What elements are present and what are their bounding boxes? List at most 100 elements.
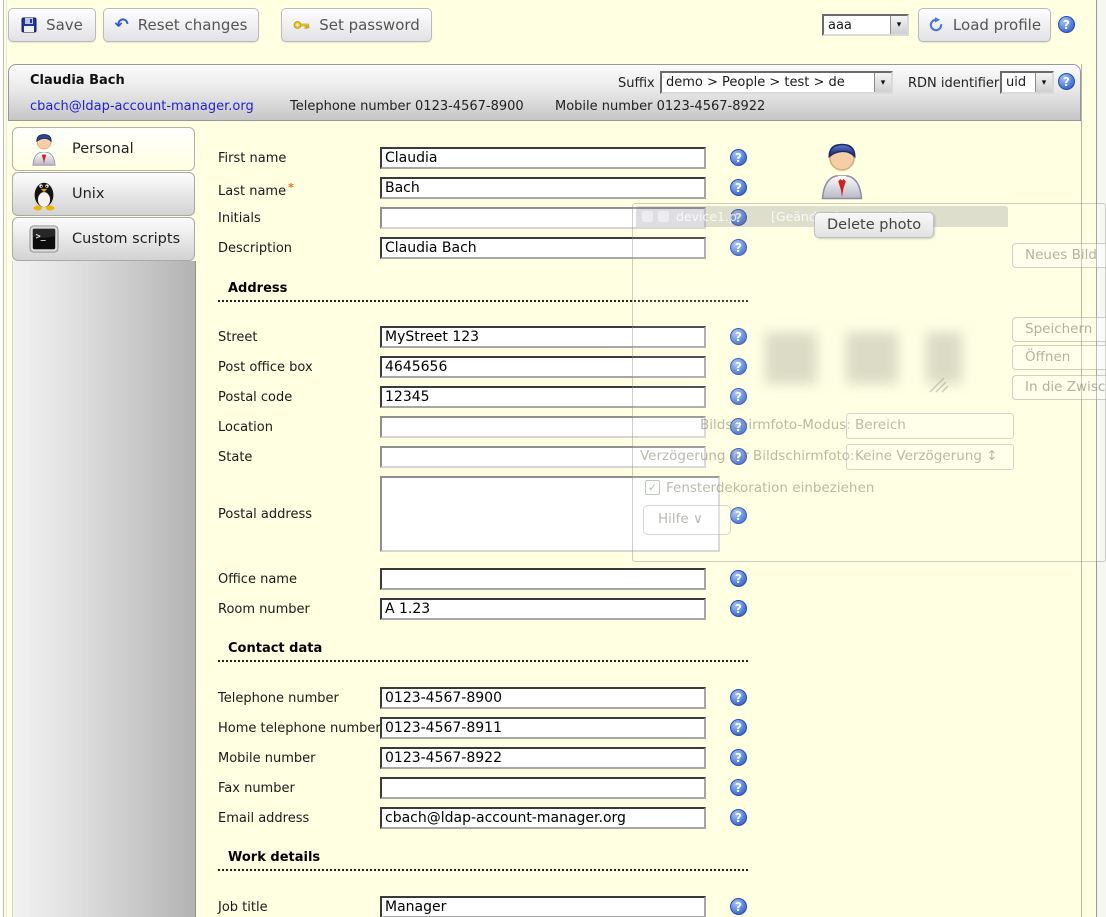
- location-label: Location: [218, 420, 273, 435]
- location-field[interactable]: [380, 416, 706, 438]
- home-telephone-label: Home telephone number: [218, 721, 381, 736]
- set-password-label: Set password: [319, 16, 420, 34]
- ghost-button-copy-to-clipboard: In die Zwischena: [1012, 375, 1106, 400]
- ghost-mode-value: Bereich: [846, 413, 1014, 439]
- home-telephone-field[interactable]: [380, 717, 706, 739]
- state-field[interactable]: [380, 446, 706, 468]
- postal-address-label: Postal address: [218, 507, 312, 522]
- person-icon: [29, 132, 59, 166]
- help-icon[interactable]: ?: [730, 689, 747, 706]
- last-name-field[interactable]: [380, 177, 706, 199]
- job-title-field[interactable]: [380, 896, 706, 917]
- rdn-select-value: uid: [1002, 75, 1035, 90]
- description-label: Description: [218, 241, 292, 256]
- job-title-label: Job title: [218, 900, 268, 915]
- tab-unix[interactable]: Unix: [12, 172, 195, 216]
- header-mobile: Mobile number 0123-4567-8922: [555, 99, 765, 114]
- help-icon[interactable]: ?: [730, 779, 747, 796]
- save-button[interactable]: Save: [8, 8, 96, 42]
- account-name: Claudia Bach: [30, 73, 125, 88]
- room-number-field[interactable]: [380, 598, 706, 620]
- dropdown-arrow-icon: ▾: [1035, 73, 1052, 92]
- load-profile-label: Load profile: [953, 16, 1041, 34]
- room-number-label: Room number: [218, 602, 310, 617]
- help-icon[interactable]: ?: [730, 898, 747, 915]
- ghost-button-open-with: Öffnen: [1012, 345, 1106, 370]
- save-label: Save: [46, 16, 83, 34]
- help-icon[interactable]: ?: [730, 719, 747, 736]
- profile-select-value: aaa: [824, 18, 890, 33]
- telephone-field[interactable]: [380, 687, 706, 709]
- user-photo: [818, 136, 866, 204]
- suffix-select[interactable]: demo > People > test > de ▾: [660, 71, 893, 94]
- help-icon[interactable]: ?: [730, 358, 747, 375]
- help-icon[interactable]: ?: [730, 448, 747, 465]
- help-icon[interactable]: ?: [730, 600, 747, 617]
- postal-code-label: Postal code: [218, 390, 292, 405]
- street-label: Street: [218, 330, 258, 345]
- help-icon[interactable]: ?: [730, 149, 747, 166]
- first-name-field[interactable]: [380, 147, 706, 169]
- sidebar-panel: [12, 261, 196, 917]
- ghost-button-new-snapshot: Neues Bild: [1012, 243, 1106, 268]
- office-name-label: Office name: [218, 572, 297, 587]
- reset-changes-button[interactable]: ↶ Reset changes: [103, 8, 259, 42]
- account-email-link[interactable]: cbach@ldap-account-manager.org: [30, 99, 254, 114]
- post-office-box-field[interactable]: [380, 356, 706, 378]
- postal-code-field[interactable]: [380, 386, 706, 408]
- tab-personal[interactable]: Personal: [12, 127, 195, 171]
- help-icon[interactable]: ?: [730, 328, 747, 345]
- help-icon[interactable]: ?: [730, 570, 747, 587]
- svg-text:>_: >_: [36, 231, 47, 241]
- ghost-mode-label: Bildschirmfoto-Modus:: [700, 417, 851, 433]
- tab-personal-label: Personal: [72, 141, 134, 157]
- tab-custom-scripts-label: Custom scripts: [72, 231, 180, 247]
- ghost-window-edge: [1081, 64, 1082, 917]
- ghost-button-save-as: Speichern: [1012, 317, 1106, 342]
- help-icon[interactable]: ?: [730, 749, 747, 766]
- help-icon[interactable]: ?: [730, 809, 747, 826]
- help-icon[interactable]: ?: [730, 239, 747, 256]
- email-address-label: Email address: [218, 811, 309, 826]
- section-work-details: Work details: [218, 848, 748, 871]
- fax-number-field[interactable]: [380, 777, 706, 799]
- reset-changes-label: Reset changes: [138, 16, 248, 34]
- last-name-label: Last name*: [218, 181, 294, 199]
- street-field[interactable]: [380, 326, 706, 348]
- initials-field[interactable]: [380, 207, 706, 229]
- help-icon[interactable]: ?: [1058, 16, 1075, 33]
- ghost-thumbnail: [846, 332, 898, 384]
- mobile-number-field[interactable]: [380, 747, 706, 769]
- refresh-icon: [928, 17, 944, 33]
- dropdown-arrow-icon: ▾: [874, 73, 891, 92]
- tab-unix-label: Unix: [72, 186, 104, 202]
- tab-custom-scripts[interactable]: >_ Custom scripts: [12, 217, 195, 261]
- postal-address-field[interactable]: [380, 476, 720, 552]
- office-name-field[interactable]: [380, 568, 706, 590]
- help-icon[interactable]: ?: [1058, 73, 1075, 90]
- undo-arrow-icon: ↶: [115, 17, 129, 34]
- profile-select[interactable]: aaa ▾: [822, 14, 909, 36]
- set-password-button[interactable]: Set password: [281, 8, 432, 42]
- ghost-spinner-icon: ↕: [986, 448, 997, 464]
- help-icon[interactable]: ?: [730, 507, 747, 524]
- load-profile-button[interactable]: Load profile: [918, 8, 1051, 42]
- initials-label: Initials: [218, 211, 261, 226]
- state-label: State: [218, 450, 252, 465]
- post-office-box-label: Post office box: [218, 360, 313, 375]
- suffix-select-value: demo > People > test > de: [662, 75, 874, 90]
- help-icon[interactable]: ?: [730, 179, 747, 196]
- telephone-label: Telephone number: [218, 691, 339, 706]
- email-address-field[interactable]: [380, 807, 706, 829]
- help-icon[interactable]: ?: [730, 209, 747, 226]
- save-floppy-icon: [21, 17, 37, 33]
- help-icon[interactable]: ?: [730, 388, 747, 405]
- page-left-inner-border: [6, 0, 7, 917]
- description-field[interactable]: [380, 237, 706, 259]
- lam-account-edit-page: Save ↶ Reset changes Set password aaa ▾ …: [0, 0, 1106, 917]
- help-icon[interactable]: ?: [730, 418, 747, 435]
- first-name-label: First name: [218, 151, 286, 166]
- delete-photo-button[interactable]: Delete photo: [814, 212, 934, 238]
- rdn-identifier-select[interactable]: uid ▾: [1000, 71, 1054, 94]
- dropdown-arrow-icon: ▾: [890, 16, 907, 34]
